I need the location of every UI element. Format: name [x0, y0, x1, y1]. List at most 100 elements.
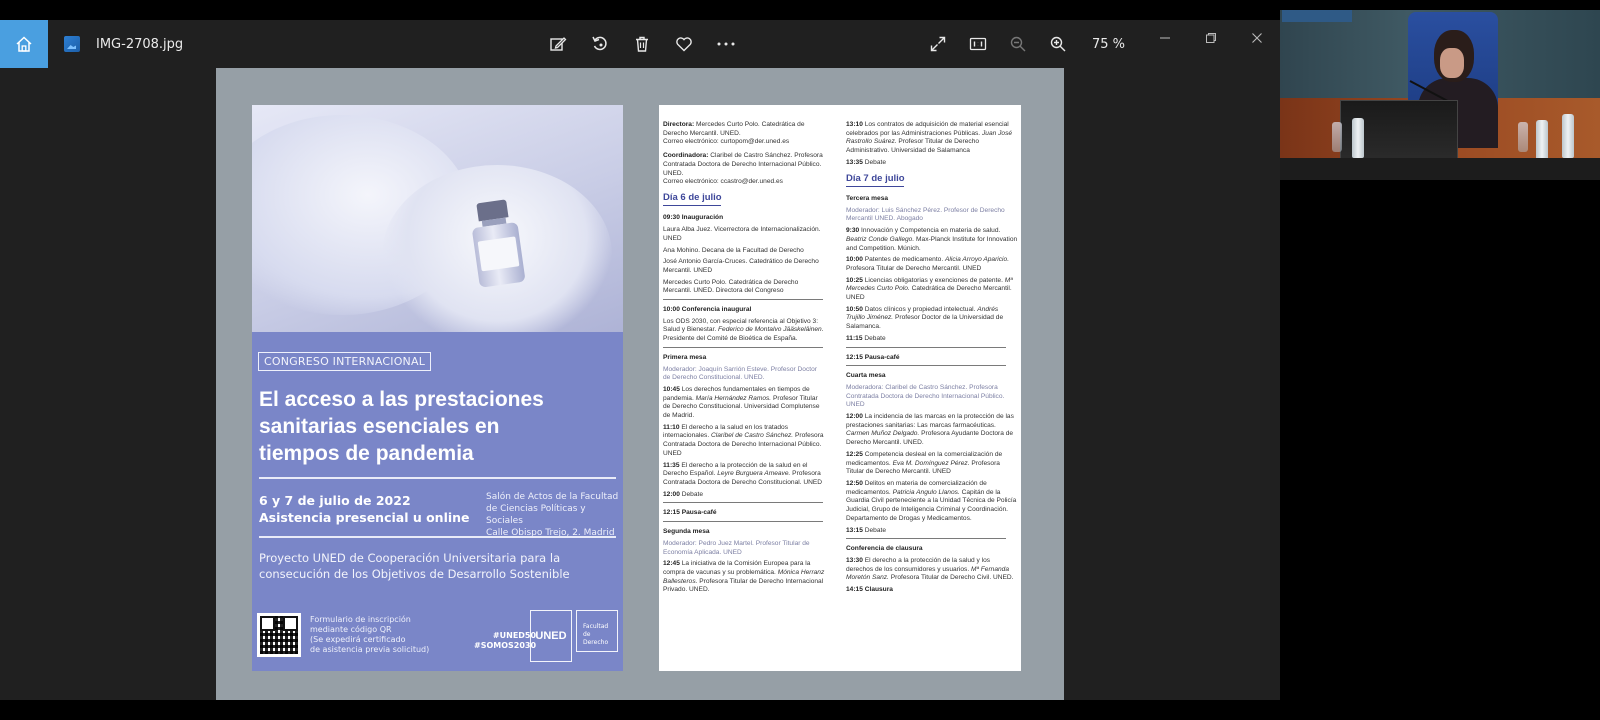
opening-speaker: José Antonio García-Cruces. Catedrático …: [663, 258, 819, 274]
minimize-button[interactable]: [1142, 20, 1188, 56]
favorite-button[interactable]: [674, 34, 694, 54]
venue-line: Salón de Actos de la Facultad: [486, 492, 619, 502]
talk-time: 12:15: [663, 509, 680, 517]
talk-title: Licencias obligatorias y exenciones de p…: [864, 276, 1003, 284]
talk-speaker: Claribel de Castro Sánchez.: [711, 432, 794, 440]
home-button[interactable]: [0, 20, 48, 68]
rotate-button[interactable]: [590, 34, 610, 54]
uned-logo: UNED: [530, 610, 572, 662]
image-canvas[interactable]: CONGRESO INTERNACIONAL El acceso a las p…: [216, 68, 1064, 700]
debate-item: 12:00 Debate: [663, 491, 825, 500]
edit-button[interactable]: [548, 34, 568, 54]
restore-button[interactable]: [1188, 20, 1234, 56]
congress-tag: CONGRESO INTERNACIONAL: [258, 352, 432, 371]
talk-speaker: Patricia Angulo Llanos.: [892, 488, 960, 496]
talk-time: 12:00: [846, 413, 863, 421]
hashtag: #SOMOS2030: [474, 641, 537, 650]
talk-title: Datos clínicos y propiedad intelectual.: [864, 305, 976, 313]
talk-speaker: Federico de Montalvo Jääskeläinen.: [718, 326, 824, 334]
zoom-out-icon: [1010, 36, 1026, 52]
minimize-icon: [1160, 37, 1170, 39]
talk-item: 13:30 El derecho a la protección de la s…: [846, 557, 1018, 583]
venue-line: de Ciencias Políticas y Sociales: [486, 504, 586, 526]
talk-time: 12:45: [663, 560, 680, 568]
hashtag: #UNED50: [492, 631, 537, 640]
debate-item: 11:15 Debate: [846, 335, 1018, 344]
day-underline: [846, 185, 904, 188]
webcam-glass: [1518, 122, 1528, 152]
panel-heading: Cuarta mesa: [846, 372, 886, 380]
actual-size-button[interactable]: [968, 34, 988, 54]
photo-viewer-window: IMG-2708.jpg 75 % CONGRESO INTERNACIONAL…: [0, 20, 1280, 700]
talk-time: 13:30: [846, 556, 863, 564]
talk-item: 12:45 La iniciativa de la Comisión Europ…: [663, 560, 825, 595]
poster-title: El acceso a las prestaciones sanitarias …: [259, 386, 609, 467]
delete-button[interactable]: [632, 34, 652, 54]
talk-item: 10:25 Licencias obligatorias y exencione…: [846, 277, 1018, 303]
panel-moderator: Moderador: Joaquín Sarrión Esteve. Profe…: [663, 365, 817, 382]
talk-item: 10:00 Patentes de medicamento. Alicia Ar…: [846, 256, 1018, 273]
opening-speaker: Mercedes Curto Polo. Catedrática de Dere…: [663, 278, 799, 295]
talk-item: 13:10 Los contratos de adquisición de ma…: [846, 121, 1018, 156]
talk-title: El derecho a la protección de la salud y…: [846, 556, 991, 573]
section-divider: [663, 502, 823, 504]
registration-line: (Se expedirá certificado: [310, 635, 406, 644]
session-time: 09:30: [663, 214, 680, 222]
panel-moderator: Moderador: Pedro Juez Martel. Profesor T…: [663, 539, 810, 556]
talk-time: 11:10: [663, 423, 680, 431]
zoom-in-button[interactable]: [1048, 34, 1068, 54]
debate-item: 13:35 Debate: [846, 159, 1018, 168]
image-file-icon: [64, 36, 80, 52]
zoom-level[interactable]: 75 %: [1092, 37, 1125, 52]
talk-item: 11:10 El derecho a la salud en los trata…: [663, 424, 825, 459]
debate-item: 13:15 Debate: [846, 527, 1018, 536]
fullscreen-button[interactable]: [928, 34, 948, 54]
talk-item: 12:00 La incidencia de las marcas en la …: [846, 413, 1018, 448]
webcam-bottle: [1562, 114, 1574, 158]
talk-item: 11:35 El derecho a la protección de la s…: [663, 462, 825, 488]
director-info: Directora: Mercedes Curto Polo. Catedrát…: [663, 121, 825, 147]
day-heading: Día 7 de julio: [846, 172, 905, 184]
rotate-icon: [592, 36, 607, 51]
zoom-in-icon: [1050, 36, 1066, 52]
talk-time: 10:25: [846, 276, 863, 284]
zoom-out-button[interactable]: [1008, 34, 1028, 54]
talk-time: 10:50: [846, 305, 863, 313]
session-time: 10:00: [663, 306, 680, 314]
talk-time: 13:15: [846, 526, 863, 534]
coordinator-info: Coordinadora: Claribel de Castro Sánchez…: [663, 152, 825, 187]
more-icon: [717, 42, 735, 46]
closing-item: 14:15 Clausura: [846, 586, 1018, 595]
divider: [259, 477, 616, 479]
section-divider: [846, 538, 1006, 540]
panel-heading: Tercera mesa: [846, 195, 889, 203]
webcam-banner: [1282, 10, 1352, 22]
close-button[interactable]: [1234, 20, 1280, 56]
talk-speaker-role: Profesora Titular de Derecho Mercantil. …: [846, 264, 982, 272]
opening-speaker: Laura Alba Juez. Vicerrectora de Interna…: [663, 226, 821, 242]
section-divider: [663, 299, 823, 301]
talk-time: 13:35: [846, 158, 863, 166]
keynote-heading: 10:00 Conferencia inaugural: [663, 306, 825, 315]
project-line: Proyecto UNED de Cooperación Universitar…: [259, 551, 561, 565]
program-column-left: Directora: Mercedes Curto Polo. Catedrát…: [663, 121, 825, 598]
talk-speaker: Beatriz Conde Gallego.: [846, 235, 915, 243]
poster-title-line: El acceso a las prestaciones: [259, 388, 544, 411]
director-email: Correo electrónico: curtopom@der.uned.es: [663, 138, 790, 146]
day-heading: Día 6 de julio: [663, 191, 722, 203]
talk-time: 12:15: [846, 353, 863, 361]
panel-moderator: Moderador: Luis Sánchez Pérez. Profesor …: [846, 206, 1005, 223]
debate-label: Debate: [864, 334, 886, 342]
talk-time: 10:00: [846, 256, 863, 264]
opening-speaker: Ana Mohino. Decana de la Facultad de Der…: [663, 246, 804, 254]
talk-time: 13:10: [846, 121, 863, 128]
talk-time: 14:15: [846, 586, 863, 594]
talk-speaker: Leyre Burguera Ameave.: [717, 470, 791, 478]
panel-heading: Primera mesa: [663, 353, 707, 361]
panel-moderator: Moderadora: Claribel de Castro Sánchez. …: [846, 383, 1005, 409]
project-line: consecución de los Objetivos de Desarrol…: [259, 567, 570, 581]
congress-poster: CONGRESO INTERNACIONAL El acceso a las p…: [252, 105, 623, 671]
restore-icon: [1206, 33, 1216, 43]
more-options-button[interactable]: [716, 34, 736, 54]
talk-title: Patentes de medicamento.: [864, 256, 944, 264]
